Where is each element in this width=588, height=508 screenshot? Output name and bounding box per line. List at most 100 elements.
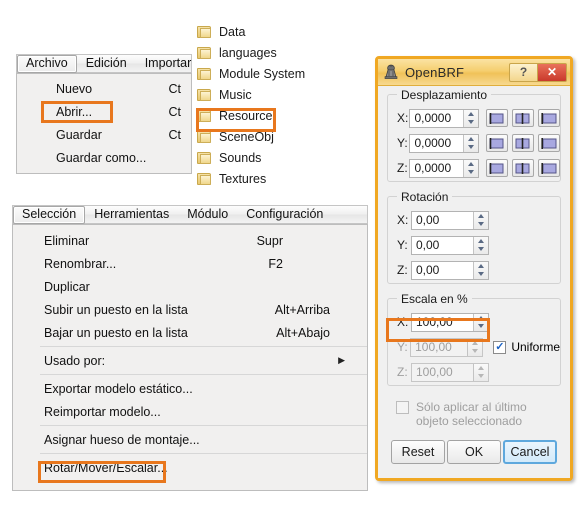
spinner-down-icon[interactable] <box>464 168 478 177</box>
menu-item-renombrar[interactable]: Renombrar... F2 <box>13 252 367 275</box>
menu-item-exportar-modelo-estatico[interactable]: Exportar modelo estático... <box>13 377 367 400</box>
translate-x-input[interactable]: 0,0000 <box>409 108 479 128</box>
list-item-label: Music <box>219 87 252 102</box>
menu-item-label: Duplicar <box>44 279 90 294</box>
menu-item-shortcut: Ct <box>168 104 182 119</box>
menubar-item-importar[interactable]: Importar <box>136 55 201 73</box>
menu-item-label: Reimportar modelo... <box>44 404 161 419</box>
input-value: 100,00 <box>416 365 453 379</box>
dialog-titlebar[interactable]: OpenBRF ? ✕ <box>378 59 570 86</box>
spinner-up-icon[interactable] <box>474 314 488 323</box>
menubar-item-herramientas[interactable]: Herramientas <box>85 206 178 224</box>
close-button[interactable]: ✕ <box>538 62 567 82</box>
rotation-row-z: Z: 0,00 <box>397 259 560 281</box>
cancel-button[interactable]: Cancel <box>503 440 557 464</box>
menubar-item-configuracion[interactable]: Configuración <box>237 206 332 224</box>
menubar-item-modulo[interactable]: Módulo <box>178 206 237 224</box>
align-center-icon[interactable] <box>512 159 534 177</box>
menu-item-label: Usado por: <box>44 353 106 368</box>
input-value: 100,00 <box>415 340 452 354</box>
menu-item-label: Nuevo <box>56 81 93 96</box>
menu-item-label: Subir un puesto en la lista <box>44 302 188 317</box>
list-item[interactable]: Textures <box>193 168 317 189</box>
axis-label: X: <box>397 111 409 125</box>
last-object-label-line2: objeto seleccionado <box>416 414 523 428</box>
menu-item-nuevo[interactable]: Nuevo Ct <box>17 77 191 100</box>
help-button[interactable]: ? <box>509 62 538 82</box>
menu-item-label: Guardar <box>56 127 102 142</box>
reset-button[interactable]: Reset <box>391 440 445 464</box>
menu-item-label: Rotar/Mover/Escalar... <box>44 460 168 475</box>
axis-label: Y: <box>397 340 408 354</box>
spinner-up-icon[interactable] <box>474 237 488 246</box>
ok-button[interactable]: OK <box>447 440 501 464</box>
menu-item-subir-puesto[interactable]: Subir un puesto en la lista Alt+Arriba <box>13 298 367 321</box>
menu-item-rotar-mover-escalar[interactable]: Rotar/Mover/Escalar... <box>13 456 367 479</box>
spinner-up-icon[interactable] <box>474 212 488 221</box>
list-item[interactable]: Data <box>193 21 317 42</box>
align-min-icon[interactable] <box>486 109 508 127</box>
spinner-up-icon[interactable] <box>464 110 478 119</box>
spinner-buttons[interactable] <box>463 159 478 177</box>
scale-row-z: Z: 100,00 <box>397 361 560 383</box>
translate-z-input[interactable]: 0,0000 <box>409 158 479 178</box>
menu-item-guardar-como[interactable]: Guardar como... <box>17 146 191 169</box>
spinner-buttons[interactable] <box>473 211 488 229</box>
align-center-icon[interactable] <box>512 109 534 127</box>
scale-group: Escala en % X: 100,00 Y: 100,00 ✓ Unifor… <box>387 292 561 386</box>
spinner-down-icon[interactable] <box>464 143 478 152</box>
rotation-row-x: X: 0,00 <box>397 209 560 231</box>
spinner-down-icon[interactable] <box>474 245 488 254</box>
menubar-item-edicion[interactable]: Edición <box>77 55 136 73</box>
menu-item-asignar-hueso-montaje[interactable]: Asignar hueso de montaje... <box>13 428 367 451</box>
folder-icon <box>197 130 212 144</box>
spinner-buttons[interactable] <box>473 261 488 279</box>
list-item[interactable]: Sounds <box>193 147 317 168</box>
spinner-down-icon[interactable] <box>474 322 488 331</box>
list-item[interactable]: languages <box>193 42 317 63</box>
menu-item-guardar[interactable]: Guardar Ct <box>17 123 191 146</box>
align-min-icon[interactable] <box>486 159 508 177</box>
spinner-down-icon[interactable] <box>474 220 488 229</box>
align-max-icon[interactable] <box>538 134 560 152</box>
spinner-up-icon[interactable] <box>474 262 488 271</box>
spinner-down-icon[interactable] <box>464 118 478 127</box>
dialog-title: OpenBRF <box>405 64 465 80</box>
rotation-y-input[interactable]: 0,00 <box>411 235 489 255</box>
spinner-buttons[interactable] <box>473 236 488 254</box>
uniform-checkbox-row[interactable]: ✓ Uniforme <box>493 340 560 354</box>
menu-item-usado-por[interactable]: Usado por: ▶ <box>13 349 367 372</box>
rotation-x-input[interactable]: 0,00 <box>411 210 489 230</box>
align-max-icon[interactable] <box>538 109 560 127</box>
align-max-icon[interactable] <box>538 159 560 177</box>
uniform-checkbox[interactable]: ✓ <box>493 340 507 354</box>
menubar-item-archivo[interactable]: Archivo <box>17 54 77 73</box>
menu-item-reimportar-modelo[interactable]: Reimportar modelo... <box>13 400 367 423</box>
menu-item-bajar-puesto[interactable]: Bajar un puesto en la lista Alt+Abajo <box>13 321 367 344</box>
menu-item-eliminar[interactable]: Eliminar Supr <box>13 229 367 252</box>
input-value: 0,00 <box>416 213 440 227</box>
spinner-up-icon[interactable] <box>464 160 478 169</box>
list-item[interactable]: Module System <box>193 63 317 84</box>
checkmark-icon: ✓ <box>495 340 505 353</box>
rotation-group-title: Rotación <box>397 190 453 204</box>
list-item[interactable]: Resource <box>193 105 317 126</box>
spinner-buttons[interactable] <box>463 134 478 152</box>
list-item[interactable]: SceneObj <box>193 126 317 147</box>
scale-x-input[interactable]: 100,00 <box>411 312 489 332</box>
scale-group-title: Escala en % <box>397 292 472 306</box>
menu-item-abrir[interactable]: Abrir... Ct <box>17 100 191 123</box>
list-item[interactable]: Music <box>193 84 317 105</box>
align-min-icon[interactable] <box>486 134 508 152</box>
spinner-up-icon <box>468 339 482 348</box>
spinner-up-icon[interactable] <box>464 135 478 144</box>
align-center-icon[interactable] <box>512 134 534 152</box>
rotation-z-input[interactable]: 0,00 <box>411 260 489 280</box>
menubar-item-seleccion[interactable]: Selección <box>13 205 86 224</box>
spinner-buttons[interactable] <box>473 313 488 331</box>
translate-y-align-buttons <box>486 134 560 152</box>
spinner-buttons[interactable] <box>463 109 478 127</box>
translate-y-input[interactable]: 0,0000 <box>409 133 479 153</box>
menu-item-duplicar[interactable]: Duplicar <box>13 275 367 298</box>
spinner-down-icon[interactable] <box>474 270 488 279</box>
